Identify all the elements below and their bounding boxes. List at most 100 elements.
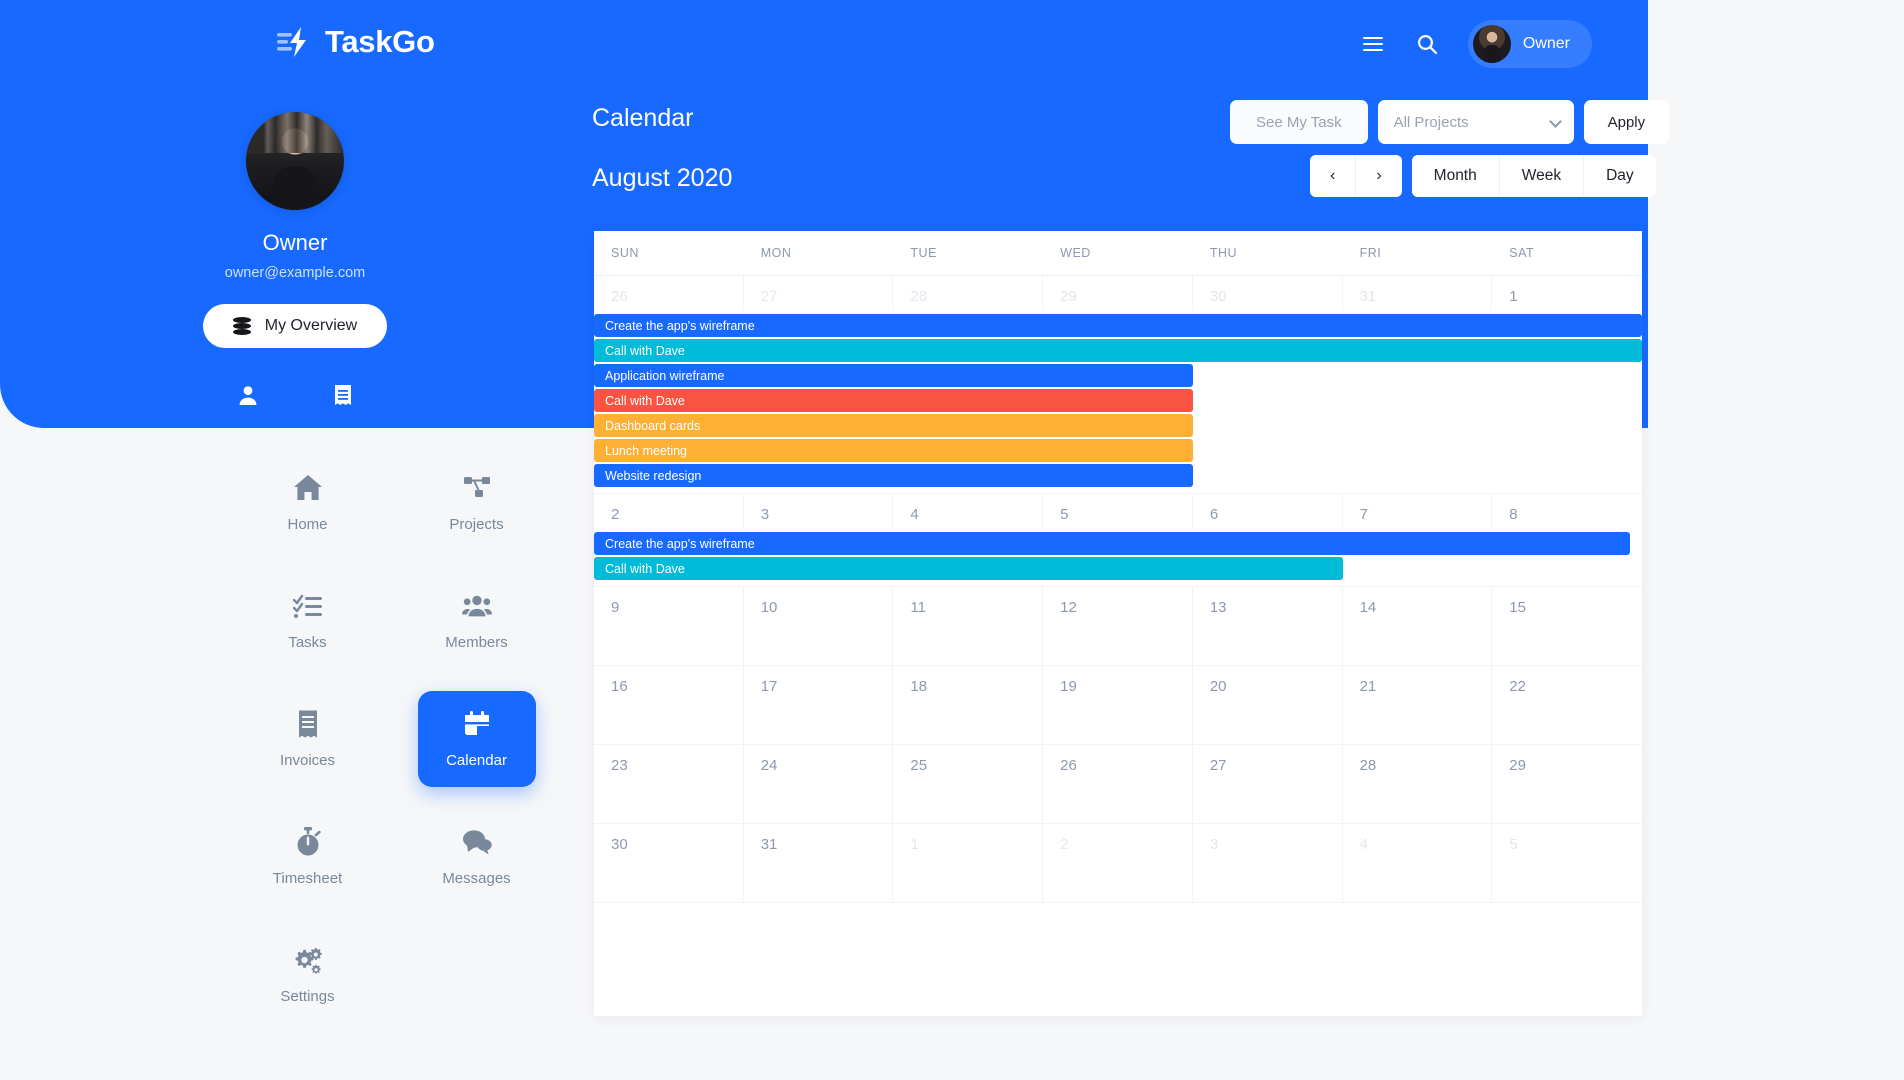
week-events: Create the app's wireframe Call with Dave… — [594, 310, 1642, 493]
user-menu[interactable]: Owner — [1467, 20, 1592, 68]
calendar-day-cell[interactable]: 27 — [1193, 745, 1343, 823]
calendar-day-cell[interactable]: 27 — [744, 276, 894, 310]
calendar-day-cell[interactable]: 18 — [893, 666, 1044, 744]
calendar-event[interactable]: Application wireframe — [594, 364, 1193, 387]
calendar-event[interactable]: Dashboard cards — [594, 414, 1193, 437]
calendar-event[interactable]: Call with Dave — [594, 557, 1343, 580]
sidebar-item-messages[interactable]: Messages — [418, 809, 536, 905]
calendar-day-cell[interactable]: 19 — [1043, 666, 1193, 744]
sidebar-item-tasks[interactable]: Tasks — [249, 573, 367, 669]
calendar-day-cell[interactable]: 4 — [1343, 824, 1493, 902]
calendar-day-cell[interactable]: 26 — [1043, 745, 1193, 823]
calendar-day-cell[interactable]: 5 — [1043, 494, 1193, 528]
calendar-day-cell[interactable]: 7 — [1343, 494, 1493, 528]
calendar-event[interactable]: Website redesign — [594, 464, 1193, 487]
profile-email: owner@example.com — [224, 265, 366, 281]
calendar-day-cell[interactable]: 16 — [594, 666, 744, 744]
see-my-task-button[interactable]: See My Task — [1230, 100, 1368, 144]
sidebar-item-invoices[interactable]: Invoices — [249, 691, 367, 787]
calendar-day-cell[interactable]: 1 — [893, 824, 1044, 902]
calendar-day-cell[interactable]: 26 — [594, 276, 744, 310]
view-mode-group: Month Week Day — [1411, 155, 1656, 197]
calendar-day-cell[interactable]: 29 — [1043, 276, 1193, 310]
calendar-day-cell[interactable]: 6 — [1193, 494, 1343, 528]
app-name: TaskGo — [325, 24, 435, 59]
calendar-day-cell[interactable]: 2 — [1043, 824, 1193, 902]
day-of-week-tue: TUE — [910, 246, 937, 260]
project-filter-select[interactable]: All Projects — [1377, 100, 1574, 144]
calendar-day-cell[interactable]: 31 — [1343, 276, 1493, 310]
calendar-day-cell[interactable]: 3 — [1193, 824, 1343, 902]
sidebar-item-label: Invoices — [279, 752, 336, 769]
calendar-day-cell[interactable]: 3 — [744, 494, 894, 528]
calendar-event[interactable]: Call with Dave — [594, 339, 1642, 362]
apply-button[interactable]: Apply — [1583, 100, 1670, 144]
day-of-week-sun: SUN — [611, 246, 639, 260]
calendar-day-cell[interactable]: 13 — [1193, 587, 1343, 665]
calendar-day-cell[interactable]: 31 — [744, 824, 894, 902]
search-icon[interactable] — [1414, 31, 1440, 57]
stopwatch-icon — [293, 827, 323, 857]
calendar-weeks: 26 27 28 29 30 31 1 Create the app's wireframe C… — [594, 276, 1642, 903]
calendar-day-cell[interactable]: 29 — [1492, 745, 1642, 823]
calendar-day-cell[interactable]: 14 — [1343, 587, 1493, 665]
sidebar-item-settings[interactable]: Settings — [249, 927, 367, 1023]
sidebar-item-label: Tasks — [288, 634, 327, 651]
calendar-day-cell[interactable]: 23 — [594, 745, 744, 823]
view-week-button[interactable]: Week — [1498, 155, 1584, 197]
calendar-day-cell[interactable]: 28 — [1343, 745, 1493, 823]
week-day-cells: 9 10 11 12 13 14 15 — [594, 587, 1642, 665]
calendar-day-cell[interactable]: 30 — [1193, 276, 1343, 310]
calendar-day-cell[interactable]: 9 — [594, 587, 744, 665]
members-icon — [461, 591, 492, 621]
calendar-event[interactable]: Create the app's wireframe — [594, 532, 1631, 555]
week-day-cells: 23 24 25 26 27 28 29 — [594, 745, 1642, 823]
prev-month-button[interactable]: ‹ — [1310, 155, 1356, 197]
receipt-icon[interactable] — [333, 384, 353, 413]
view-month-button[interactable]: Month — [1411, 155, 1499, 197]
my-overview-button[interactable]: My Overview — [202, 304, 388, 348]
calendar-day-cell[interactable]: 20 — [1193, 666, 1343, 744]
calendar-day-cell[interactable]: 22 — [1492, 666, 1642, 744]
calendar-event[interactable]: Create the app's wireframe — [594, 314, 1642, 337]
calendar-day-cell[interactable]: 1 — [1492, 276, 1642, 310]
sidebar-item-calendar[interactable]: Calendar — [417, 691, 536, 787]
sidebar-profile: Owner owner@example.com My Overview — [0, 112, 590, 413]
calendar-day-cell[interactable]: 25 — [893, 745, 1044, 823]
calendar-day-cell[interactable]: 5 — [1492, 824, 1642, 902]
calendar-day-cell[interactable]: 24 — [744, 745, 894, 823]
sidebar-item-label: Home — [287, 516, 328, 533]
hamburger-icon[interactable] — [1360, 31, 1386, 57]
calendar-day-cell[interactable]: 4 — [893, 494, 1044, 528]
calendar-day-cell[interactable]: 2 — [594, 494, 744, 528]
project-filter-dropdown[interactable]: All Projects — [1377, 100, 1574, 144]
calendar-week: 16 17 18 19 20 21 22 — [594, 666, 1642, 745]
app-logo[interactable]: TaskGo — [277, 24, 435, 60]
current-month-label: August 2020 — [592, 164, 733, 192]
day-of-week-wed: WED — [1060, 246, 1091, 260]
calendar-day-cell[interactable]: 10 — [744, 587, 894, 665]
profile-name: Owner — [262, 230, 328, 255]
calendar-view-controls: ‹ › Month Week Day — [1310, 155, 1656, 197]
calendar-day-cell[interactable]: 15 — [1492, 587, 1642, 665]
week-day-cells: 2345678 — [594, 494, 1642, 528]
top-bar: TaskGo Owner — [0, 0, 1648, 86]
calendar-event[interactable]: Call with Dave — [594, 389, 1193, 412]
calendar-day-cell[interactable]: 28 — [893, 276, 1044, 310]
sidebar-item-timesheet[interactable]: Timesheet — [249, 809, 367, 905]
calendar-day-cell[interactable]: 30 — [594, 824, 744, 902]
day-of-week-thu: THU — [1209, 246, 1238, 260]
calendar-event[interactable]: Lunch meeting — [594, 439, 1193, 462]
my-overview-label: My Overview — [264, 317, 358, 334]
next-month-button[interactable]: › — [1355, 155, 1402, 197]
calendar-day-cell[interactable]: 8 — [1492, 494, 1642, 528]
calendar-day-cell[interactable]: 17 — [744, 666, 894, 744]
calendar-day-cell[interactable]: 11 — [893, 587, 1044, 665]
sidebar-item-home[interactable]: Home — [249, 455, 367, 551]
sidebar-item-members[interactable]: Members — [418, 573, 536, 669]
calendar-day-cell[interactable]: 12 — [1043, 587, 1193, 665]
view-day-button[interactable]: Day — [1583, 155, 1656, 197]
sidebar-item-projects[interactable]: Projects — [418, 455, 536, 551]
calendar-day-cell[interactable]: 21 — [1343, 666, 1493, 744]
person-icon[interactable] — [237, 384, 259, 413]
